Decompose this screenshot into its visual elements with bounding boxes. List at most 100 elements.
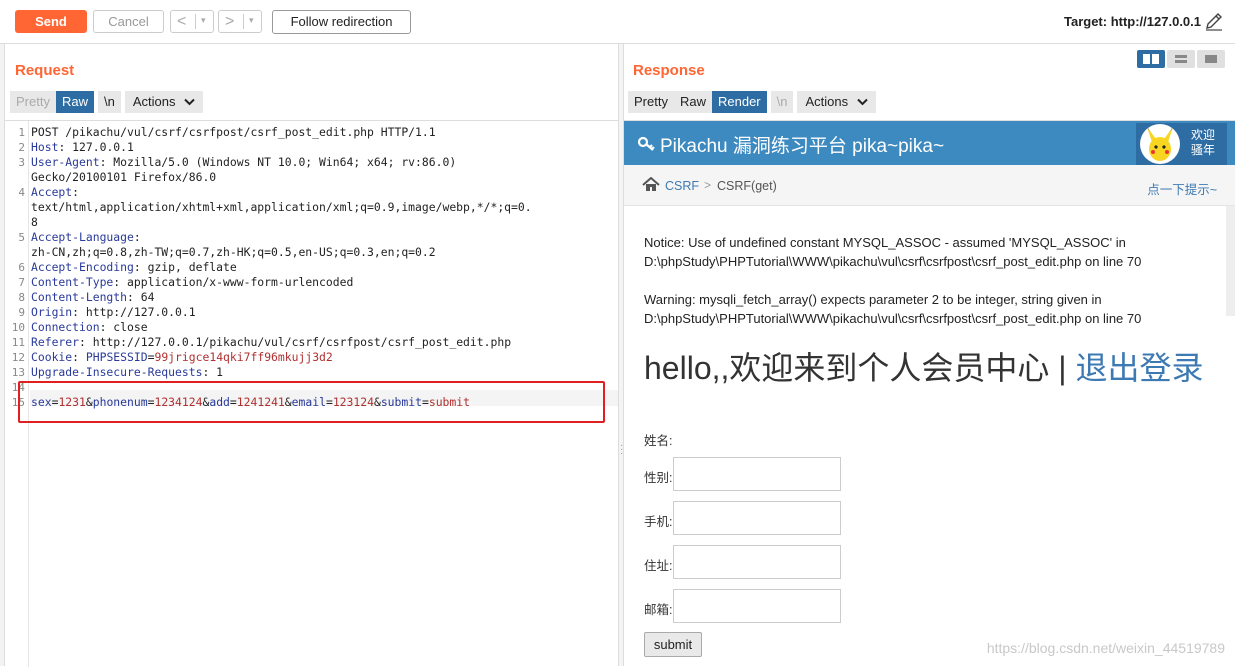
tab-pretty[interactable]: Pretty bbox=[10, 91, 56, 113]
logout-link[interactable]: 退出登录 bbox=[1076, 350, 1204, 386]
code-text: Gecko/20100101 Firefox/86.0 bbox=[31, 170, 216, 185]
email-label: 邮箱: bbox=[644, 603, 673, 617]
code-text: Cookie: PHPSESSID=99jrigce14qki7ff96mkuj… bbox=[31, 350, 333, 365]
welcome-text: 欢迎 骚年 bbox=[1191, 128, 1215, 158]
code-text: Content-Type: application/x-www-form-url… bbox=[31, 275, 353, 290]
code-line[interactable]: text/html,application/xhtml+xml,applicat… bbox=[5, 200, 618, 215]
edit-target-pencil-icon[interactable] bbox=[1203, 10, 1225, 32]
code-line[interactable]: 9 Origin: http://127.0.0.1 bbox=[5, 305, 618, 320]
cancel-button[interactable]: Cancel bbox=[93, 10, 164, 33]
code-line[interactable]: 11 Referer: http://127.0.0.1/pikachu/vul/… bbox=[5, 335, 618, 350]
welcome-line-2: 骚年 bbox=[1191, 143, 1216, 157]
send-button[interactable]: Send bbox=[15, 10, 87, 33]
home-icon bbox=[642, 177, 660, 191]
hint-link[interactable]: 点一下提示~ bbox=[1147, 179, 1217, 198]
code-text: Referer: http://127.0.0.1/pikachu/vul/cs… bbox=[31, 335, 511, 350]
code-token: User-Agent bbox=[31, 155, 100, 169]
warning-online: on line bbox=[1081, 311, 1127, 326]
warning-text: : mysqli_fetch_array() expects parameter… bbox=[691, 292, 1102, 307]
line-number: 10 bbox=[11, 321, 25, 334]
submit-button[interactable]: submit bbox=[644, 632, 702, 657]
line-number: 6 bbox=[18, 261, 25, 274]
back-nav-group[interactable]: < ▾ bbox=[170, 10, 214, 33]
line-number: 12 bbox=[11, 351, 25, 364]
code-text: Accept-Encoding: gzip, deflate bbox=[31, 260, 237, 275]
split-vertical-toggle[interactable] bbox=[1167, 50, 1195, 68]
user-welcome-box[interactable]: 欢迎 骚年 bbox=[1136, 123, 1227, 165]
request-actions-menu[interactable]: Actions bbox=[124, 91, 204, 113]
sex-input[interactable] bbox=[673, 457, 841, 491]
code-token: Referer bbox=[31, 335, 80, 349]
code-line[interactable]: 6 Accept-Encoding: gzip, deflate bbox=[5, 260, 618, 275]
request-title: Request bbox=[15, 62, 75, 79]
code-token: 99jrigce14qki7ff96mkujj3d2 bbox=[154, 350, 333, 364]
site-title[interactable]: Pikachu 漏洞练习平台 pika~pika~ bbox=[638, 131, 944, 158]
code-token: : Mozilla/5.0 (Windows NT 10.0; Win64; x… bbox=[99, 155, 457, 169]
code-text: zh-CN,zh;q=0.8,zh-TW;q=0.7,zh-HK;q=0.5,e… bbox=[31, 245, 436, 260]
code-token: : 64 bbox=[127, 290, 155, 304]
forward-dropdown-icon[interactable]: ▾ bbox=[249, 15, 254, 26]
request-tabbar: Pretty Raw \n Actions bbox=[10, 91, 204, 113]
code-text: Content-Length: 64 bbox=[31, 290, 154, 305]
breadcrumb: CSRF > CSRF(get) 点一下提示~ bbox=[624, 165, 1235, 206]
line-number: 1 bbox=[18, 126, 25, 139]
breadcrumb-csrf-link[interactable]: CSRF bbox=[665, 179, 699, 193]
back-dropdown-icon[interactable]: ▾ bbox=[201, 15, 206, 26]
tab-pretty[interactable]: Pretty bbox=[628, 91, 674, 113]
code-line[interactable]: 4 Accept: bbox=[5, 185, 618, 200]
code-token: : application/x-www-form-urlencoded bbox=[113, 275, 354, 289]
tab-render[interactable]: Render bbox=[711, 91, 767, 113]
code-text: Host: 127.0.0.1 bbox=[31, 140, 134, 155]
code-text: Upgrade-Insecure-Requests: 1 bbox=[31, 365, 223, 380]
code-text: User-Agent: Mozilla/5.0 (Windows NT 10.0… bbox=[31, 155, 456, 170]
newline-toggle[interactable]: \n bbox=[97, 91, 121, 113]
address-label: 住址: bbox=[644, 559, 673, 573]
code-text: Origin: http://127.0.0.1 bbox=[31, 305, 196, 320]
drag-handle-icon[interactable]: · · · bbox=[620, 441, 623, 459]
code-token: Origin bbox=[31, 305, 73, 319]
code-line[interactable]: Gecko/20100101 Firefox/86.0 bbox=[5, 170, 618, 185]
php-notice: Notice: Use of undefined constant MYSQL_… bbox=[644, 233, 1141, 271]
email-input[interactable] bbox=[673, 589, 841, 623]
phone-label: 手机: bbox=[644, 515, 673, 529]
target-label: Target: http://127.0.0.1 bbox=[1063, 14, 1201, 29]
breadcrumb-separator: > bbox=[704, 178, 712, 192]
sex-label: 性别: bbox=[644, 471, 673, 485]
code-line[interactable]: 1 POST /pikachu/vul/csrf/csrfpost/csrf_po… bbox=[5, 125, 618, 140]
code-line[interactable]: 10 Connection: close bbox=[5, 320, 618, 335]
code-line[interactable]: 13 Upgrade-Insecure-Requests: 1 bbox=[5, 365, 618, 380]
code-line[interactable]: 7 Content-Type: application/x-www-form-ur… bbox=[5, 275, 618, 290]
code-line[interactable]: zh-CN,zh;q=0.8,zh-TW;q=0.7,zh-HK;q=0.5,e… bbox=[5, 245, 618, 260]
code-token: PHPSESSID bbox=[85, 350, 148, 364]
code-line[interactable]: 8 Content-Length: 64 bbox=[5, 290, 618, 305]
response-panel: Response Pretty Raw Render \n Actions Pi… bbox=[624, 44, 1235, 666]
tab-raw[interactable]: Raw bbox=[673, 91, 712, 113]
code-line[interactable]: 12 Cookie: PHPSESSID=99jrigce14qki7ff96mk… bbox=[5, 350, 618, 365]
code-line[interactable]: 3 User-Agent: Mozilla/5.0 (Windows NT 10.… bbox=[5, 155, 618, 170]
code-token: Accept-Language bbox=[31, 230, 134, 244]
forward-arrow-icon[interactable]: > bbox=[225, 12, 234, 32]
code-token: : bbox=[72, 185, 80, 199]
forward-nav-group[interactable]: > ▾ bbox=[218, 10, 262, 33]
split-horizontal-toggle[interactable] bbox=[1137, 50, 1165, 68]
address-input[interactable] bbox=[673, 545, 841, 579]
render-scrollbar[interactable] bbox=[1226, 206, 1235, 316]
actions-label: Actions bbox=[132, 94, 176, 109]
line-number: 4 bbox=[18, 186, 25, 199]
phone-input[interactable] bbox=[673, 501, 841, 535]
hello-text: hello,,欢迎来到个人会员中心 | bbox=[644, 350, 1076, 386]
single-pane-toggle[interactable] bbox=[1197, 50, 1225, 68]
tab-raw[interactable]: Raw bbox=[55, 91, 94, 113]
response-view-tabs: Pretty Raw Render bbox=[628, 91, 767, 113]
code-token: : http://127.0.0.1/pikachu/vul/csrf/csrf… bbox=[79, 335, 512, 349]
follow-redirection-button[interactable]: Follow redirection bbox=[272, 10, 411, 34]
back-arrow-icon[interactable]: < bbox=[177, 12, 186, 32]
code-line[interactable]: 2 Host: 127.0.0.1 bbox=[5, 140, 618, 155]
newline-toggle[interactable]: \n bbox=[770, 91, 794, 113]
notice-path: D:\phpStudy\PHPTutorial\WWW\pikachu\vul\… bbox=[644, 254, 1082, 269]
code-line[interactable]: 8 bbox=[5, 215, 618, 230]
line-number: 11 bbox=[11, 336, 25, 349]
code-token: Gecko/20100101 Firefox/86.0 bbox=[31, 170, 217, 184]
code-line[interactable]: 5 Accept-Language: bbox=[5, 230, 618, 245]
response-actions-menu[interactable]: Actions bbox=[797, 91, 876, 113]
